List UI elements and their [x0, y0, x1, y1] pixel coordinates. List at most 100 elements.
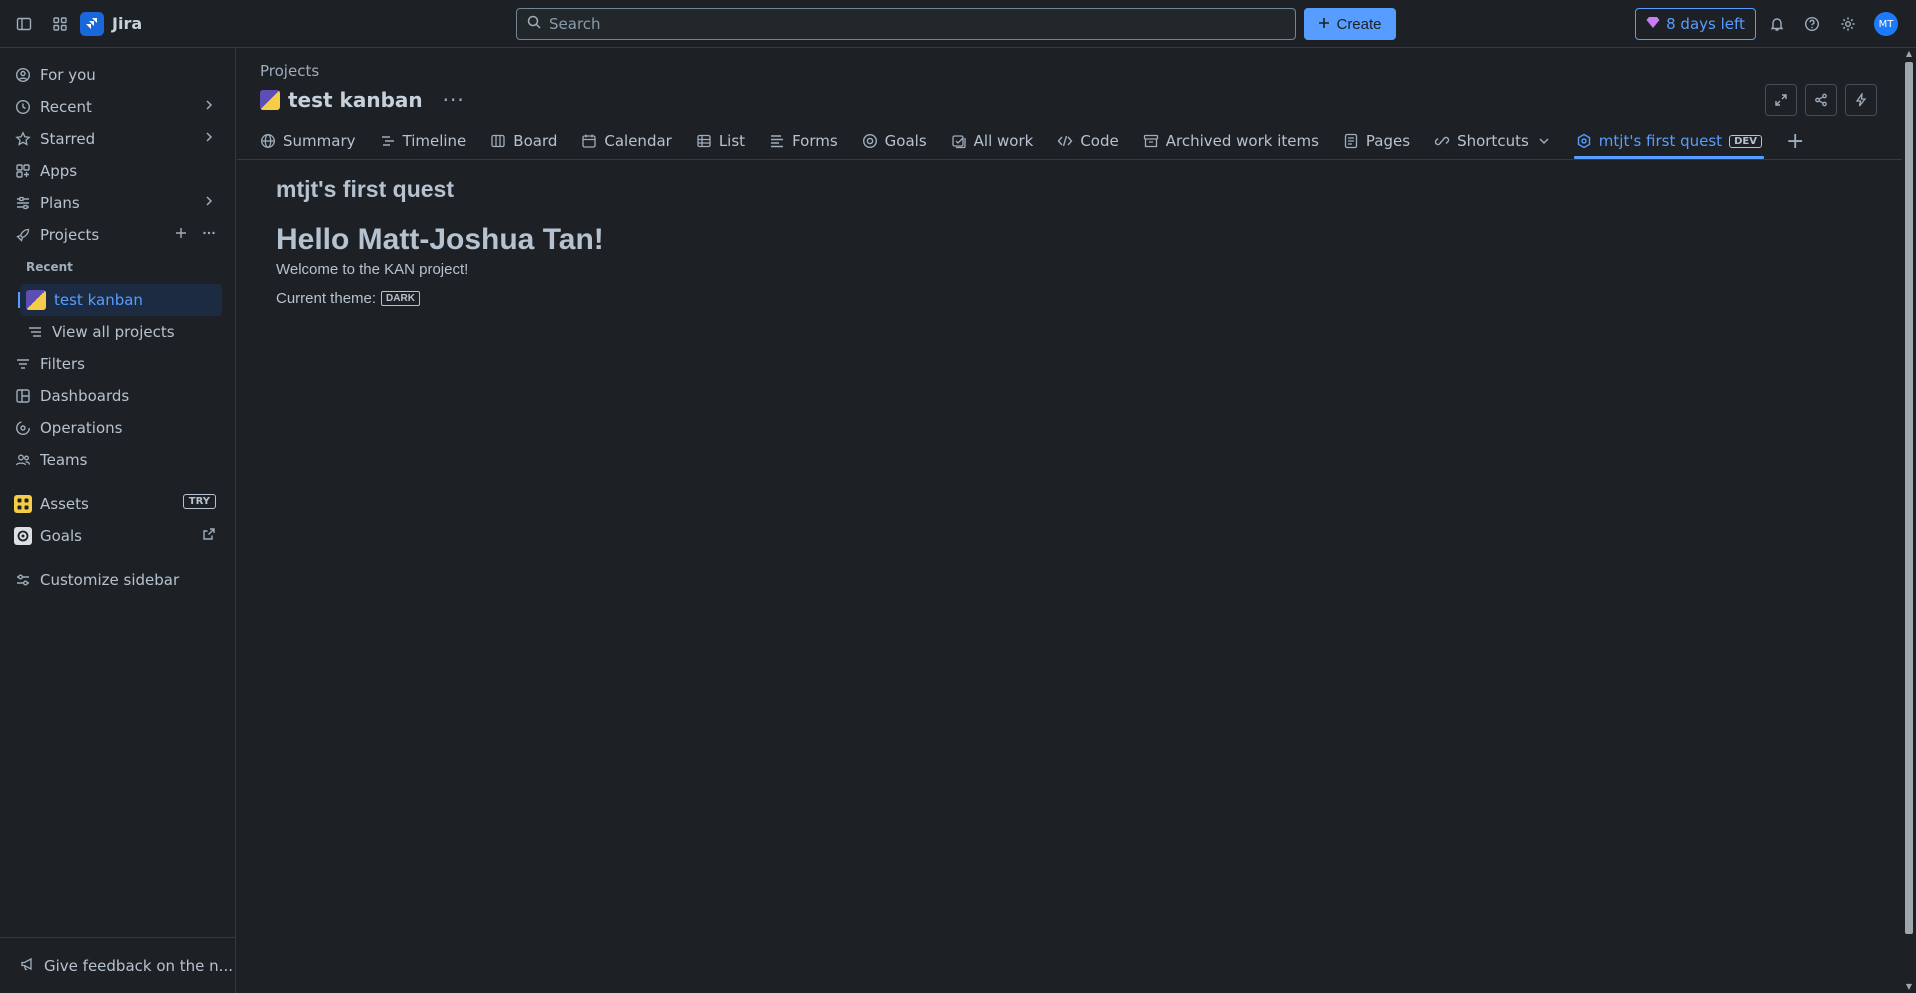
sidebar-item-teams[interactable]: Teams: [8, 444, 222, 476]
dev-badge: DEV: [1729, 134, 1762, 148]
greeting-heading: Hello Matt-Joshua Tan!: [276, 223, 604, 256]
sidebar-item-plans[interactable]: Plans: [8, 187, 222, 219]
help-icon[interactable]: [1800, 12, 1824, 36]
create-button[interactable]: Create: [1304, 8, 1396, 40]
share-icon[interactable]: [1805, 84, 1837, 116]
apps-grid-icon: [14, 162, 32, 180]
scroll-up-arrow-icon[interactable]: ▲: [1905, 50, 1913, 58]
tab-forms[interactable]: Forms: [769, 123, 838, 159]
scroll-thumb[interactable]: [1905, 62, 1913, 934]
tab-timeline[interactable]: Timeline: [380, 123, 466, 159]
page-scrollbar[interactable]: ▲ ▼: [1902, 48, 1916, 993]
plans-icon: [14, 194, 32, 212]
settings-gear-icon[interactable]: [1836, 12, 1860, 36]
sidebar-item-operations[interactable]: Operations: [8, 412, 222, 444]
tab-label: Archived work items: [1165, 132, 1319, 150]
assets-badge-wrap: TRY: [182, 494, 216, 509]
tab-shortcuts[interactable]: Shortcuts: [1434, 123, 1552, 159]
sidebar-item-apps[interactable]: Apps: [8, 155, 222, 187]
tab-label: All work: [973, 132, 1034, 150]
board-icon: [490, 133, 506, 149]
notifications-icon[interactable]: [1765, 12, 1789, 36]
all-work-icon: [951, 133, 967, 149]
tab-summary[interactable]: Summary: [260, 123, 356, 159]
sidebar-item-dashboards[interactable]: Dashboards: [8, 380, 222, 412]
search-field[interactable]: [516, 8, 1296, 40]
sidebar-item-label: Starred: [40, 130, 96, 148]
app-name: Jira: [112, 14, 143, 33]
jira-logo[interactable]: Jira: [80, 11, 143, 36]
tab-label: Board: [513, 132, 558, 150]
project-tabs: Summary Timeline Board Calendar List For…: [260, 123, 1902, 159]
jira-logo-icon: [80, 11, 104, 36]
sidebar-item-filters[interactable]: Filters: [8, 348, 222, 380]
sidebar-item-assets[interactable]: Assets TRY: [8, 488, 222, 520]
tab-all-work[interactable]: All work: [951, 123, 1034, 159]
search-input[interactable]: [549, 15, 1269, 33]
sidebar-item-test-kanban[interactable]: test kanban: [18, 284, 222, 316]
forms-icon: [769, 133, 785, 149]
calendar-icon: [581, 133, 597, 149]
sidebar-item-goals[interactable]: Goals: [8, 520, 222, 552]
welcome-text: Welcome to the KAN project!: [276, 261, 469, 278]
more-actions-icon[interactable]: ···: [443, 88, 465, 112]
app-switcher-icon[interactable]: [48, 12, 72, 36]
archive-icon: [1143, 133, 1159, 149]
feedback-button[interactable]: Give feedback on the n...: [0, 937, 235, 993]
main-content: Projects test kanban ··· Summary Timelin…: [237, 48, 1902, 993]
tab-archived-work-items[interactable]: Archived work items: [1143, 123, 1319, 159]
feedback-label: Give feedback on the n...: [44, 956, 233, 975]
page-title: test kanban: [288, 88, 423, 112]
target-icon: [862, 133, 878, 149]
sidebar-item-view-all-projects[interactable]: View all projects: [20, 316, 222, 348]
sidebar-item-for-you[interactable]: For you: [8, 59, 222, 91]
sidebar-item-customize-sidebar[interactable]: Customize sidebar: [8, 564, 222, 596]
chevron-down-icon[interactable]: [1536, 133, 1552, 149]
add-tab-icon[interactable]: +: [1786, 129, 1804, 154]
trial-button[interactable]: 8 days left: [1635, 8, 1756, 40]
automation-lightning-icon[interactable]: [1845, 84, 1877, 116]
more-icon[interactable]: [202, 226, 216, 244]
sidebar-item-label: Goals: [40, 527, 82, 545]
tab-code[interactable]: Code: [1057, 123, 1119, 159]
sidebar-item-label: View all projects: [52, 323, 175, 341]
tab-label: List: [718, 132, 746, 150]
chevron-right-icon[interactable]: [202, 194, 216, 208]
plus-icon: [1318, 16, 1330, 33]
globe-icon: [260, 133, 276, 149]
page-icon: [1343, 133, 1359, 149]
tab-pages[interactable]: Pages: [1343, 123, 1410, 159]
user-avatar[interactable]: MT: [1874, 12, 1898, 36]
chevron-right-icon[interactable]: [202, 130, 216, 144]
search-icon: [527, 15, 541, 33]
sidebar-item-label: For you: [40, 66, 96, 84]
tab-goals[interactable]: Goals: [862, 123, 927, 159]
megaphone-icon: [20, 956, 36, 976]
sidebar-item-label: Filters: [40, 355, 85, 373]
tab-list[interactable]: List: [696, 123, 745, 159]
add-project-icon[interactable]: [174, 226, 188, 244]
sidebar-toggle-icon[interactable]: [12, 12, 36, 36]
link-icon: [1434, 133, 1450, 149]
sliders-icon: [14, 571, 32, 589]
list-icon: [696, 133, 712, 149]
scroll-down-arrow-icon[interactable]: ▼: [1905, 983, 1913, 991]
chevron-right-icon[interactable]: [202, 98, 216, 112]
tab-label: Shortcuts: [1457, 132, 1529, 150]
dashboard-icon: [14, 387, 32, 405]
tab-board[interactable]: Board: [490, 123, 557, 159]
external-link-icon[interactable]: [202, 527, 216, 541]
tab-label: Goals: [884, 132, 927, 150]
recent-section-label: Recent: [26, 260, 73, 274]
tab-label: Calendar: [604, 132, 672, 150]
trial-label: 8 days left: [1666, 15, 1745, 33]
tab-calendar[interactable]: Calendar: [581, 123, 672, 159]
fullscreen-icon[interactable]: [1765, 84, 1797, 116]
sidebar-item-starred[interactable]: Starred: [8, 123, 222, 155]
breadcrumb[interactable]: Projects: [260, 62, 319, 80]
quest-content: mtjt's first quest Hello Matt-Joshua Tan…: [276, 176, 604, 307]
sidebar-item-projects[interactable]: Projects: [8, 219, 222, 251]
tab-mtjts-first-quest[interactable]: mtjt's first quest DEV: [1573, 123, 1765, 159]
sidebar-item-label: Customize sidebar: [40, 571, 180, 589]
sidebar-item-recent[interactable]: Recent: [8, 91, 222, 123]
